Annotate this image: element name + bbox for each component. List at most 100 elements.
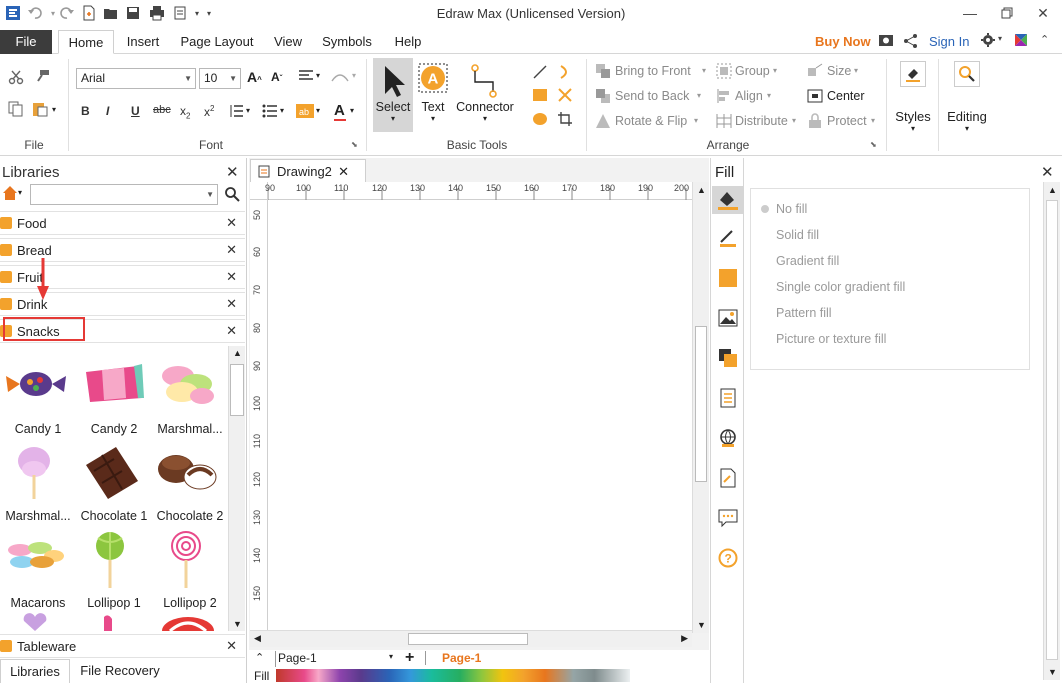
size-icon[interactable] [807,63,823,79]
copy-icon[interactable] [8,101,24,117]
distribute-dropdown-icon[interactable]: ▾ [792,116,796,125]
tab-insert[interactable]: Insert [118,30,168,54]
protect-icon[interactable] [807,113,823,129]
protect-dropdown-icon[interactable]: ▾ [871,116,875,125]
pattern-fill-option[interactable]: Pattern fill [776,306,832,320]
tab-view[interactable]: View [266,30,310,54]
styles-button[interactable]: Styles ▾ [893,61,933,145]
paste-icon[interactable] [32,101,50,117]
scissors-tool-icon[interactable] [557,87,573,103]
close-library-icon[interactable]: ✕ [226,215,237,231]
strikethrough-button[interactable]: abc [153,104,171,116]
library-search-input[interactable]: ▼ [30,184,218,205]
text-tool-button[interactable]: A Text ▾ [416,58,450,132]
italic-button[interactable]: I [106,104,109,118]
buy-now-link[interactable]: Buy Now [815,34,871,49]
tab-home[interactable]: Home [58,30,114,54]
text-highlight-icon[interactable]: ab [296,103,314,119]
shrink-font-icon[interactable]: Aˇ [271,70,282,84]
no-fill-radio[interactable] [761,205,769,213]
font-family-select[interactable]: Arial ▼ [76,68,196,89]
close-library-icon[interactable]: ✕ [226,323,237,339]
tab-help[interactable]: Help [386,30,430,54]
hyperlink-globe-icon[interactable] [718,428,738,448]
bring-to-front-label[interactable]: Bring to Front [615,64,691,78]
text-curve-dropdown-icon[interactable]: ▾ [352,71,356,80]
close-document-icon[interactable]: ✕ [338,160,349,183]
tab-symbols[interactable]: Symbols [316,30,378,54]
close-library-icon[interactable]: ✕ [226,638,237,654]
sign-in-link[interactable]: Sign In [929,34,969,49]
tab-file-recovery[interactable]: File Recovery [72,659,168,683]
share-icon[interactable] [903,33,919,48]
shape-lollipop-1[interactable]: Lollipop 1 [76,528,152,614]
size-dropdown-icon[interactable]: ▾ [854,66,858,75]
tab-page-layout[interactable]: Page Layout [176,30,258,54]
shape-candy-2[interactable]: Candy 2 [76,354,152,440]
text-curve-icon[interactable] [330,69,350,83]
bring-to-front-icon[interactable] [595,63,611,79]
fill-panel-scrollbar[interactable]: ▲ ▼ [1043,182,1060,680]
library-home-icon[interactable] [2,185,18,201]
no-fill-option[interactable]: No fill [776,202,807,216]
minimize-button[interactable]: — [955,2,985,24]
line-tool-icon[interactable] [532,64,548,80]
single-color-gradient-fill-option[interactable]: Single color gradient fill [776,280,905,294]
rectangle-tool-icon[interactable] [532,87,548,103]
library-search-icon[interactable] [224,186,240,202]
gradient-fill-option[interactable]: Gradient fill [776,254,839,268]
close-window-button[interactable]: ✕ [1028,2,1058,24]
font-color-dropdown-icon[interactable]: ▾ [350,106,354,115]
settings-dropdown-icon[interactable]: ▾ [998,34,1002,43]
subscript-button[interactable]: x2 [180,104,190,120]
library-item-food[interactable]: Food ✕ [0,211,245,235]
size-label[interactable]: Size [827,64,851,78]
publish-icon[interactable] [878,33,894,48]
underline-button[interactable]: U [131,104,140,118]
distribute-label[interactable]: Distribute [735,114,788,128]
align-label[interactable]: Align [735,89,763,103]
distribute-icon[interactable] [716,113,732,129]
page-select[interactable]: Page-1 ▾ [275,651,395,667]
shape-partial-lollipop[interactable] [160,613,216,631]
rotate-flip-label[interactable]: Rotate & Flip [615,114,687,128]
send-to-back-label[interactable]: Send to Back [615,89,689,103]
line-spacing-icon[interactable] [228,104,244,118]
drawing-canvas[interactable] [268,200,692,633]
layer-icon[interactable] [718,348,738,368]
color-swatches[interactable] [276,669,630,682]
connector-tool-button[interactable]: Connector ▾ [453,58,517,132]
library-home-dropdown-icon[interactable]: ▾ [18,188,22,197]
rotate-flip-dropdown-icon[interactable]: ▾ [694,116,698,125]
highlight-dropdown-icon[interactable]: ▾ [316,106,320,115]
solid-fill-option[interactable]: Solid fill [776,228,819,242]
crop-tool-icon[interactable] [557,111,573,127]
close-libraries-icon[interactable]: ✕ [226,163,239,181]
shape-marshmallow-2[interactable]: Marshmal... [0,441,76,527]
shape-partial-candy[interactable] [98,613,118,631]
page-tab[interactable]: Page-1 [442,651,481,665]
arrange-dialog-launcher-icon[interactable]: ⬊ [870,140,877,149]
close-library-icon[interactable]: ✕ [226,269,237,285]
shape-chocolate-2[interactable]: Chocolate 2 [152,441,228,527]
help-icon[interactable]: ? [718,548,738,568]
library-scrollbar[interactable]: ▲ ▼ [228,346,245,631]
shape-partial-heart[interactable] [20,613,50,631]
font-color-icon[interactable]: A [334,102,346,121]
send-to-back-icon[interactable] [595,88,611,104]
image-icon[interactable] [718,308,738,328]
grow-font-icon[interactable]: A^ [247,69,262,85]
document-tab[interactable]: Drawing2 ✕ [250,159,366,183]
send-to-back-dropdown-icon[interactable]: ▾ [697,91,701,100]
add-page-icon[interactable]: + [405,649,414,667]
canvas-horizontal-scrollbar[interactable]: ◀ ▶ [250,630,692,647]
ellipse-tool-icon[interactable] [532,111,548,127]
center-icon[interactable] [807,88,823,104]
page-up-icon[interactable]: ⌃ [255,651,264,664]
protect-label[interactable]: Protect [827,114,867,128]
close-library-icon[interactable]: ✕ [226,242,237,258]
canvas-vertical-scrollbar[interactable]: ▲ ▼ [692,182,709,633]
shape-candy-1[interactable]: Candy 1 [0,354,76,440]
align-icon[interactable] [716,88,732,104]
shape-macarons[interactable]: Macarons [0,528,76,614]
